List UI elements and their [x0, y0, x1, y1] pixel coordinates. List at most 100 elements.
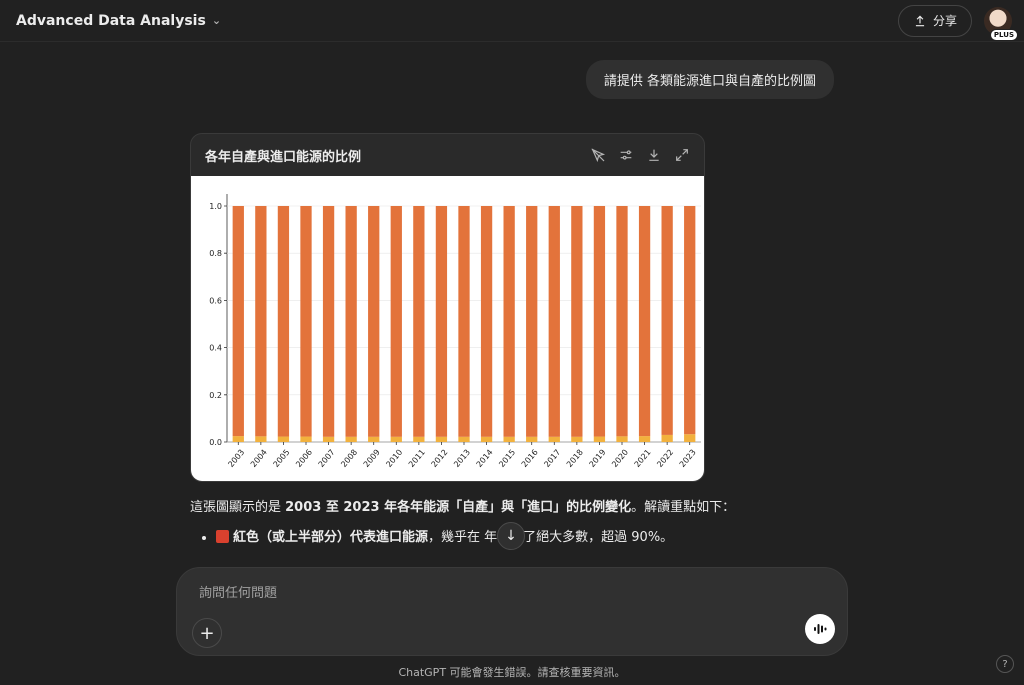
x-tick-label-2016: 2016	[520, 448, 540, 469]
bar-segment-2018-s1	[571, 206, 583, 437]
bar-segment-2008-s1	[345, 206, 357, 437]
top-right-actions: 分享 PLUS	[897, 4, 1018, 41]
prompt-input[interactable]	[199, 582, 799, 604]
upload-icon	[915, 15, 925, 26]
bar-segment-2022-s0	[661, 434, 673, 442]
x-tick-label-2013: 2013	[452, 448, 472, 469]
add-attachment-button[interactable]: +	[192, 618, 222, 648]
top-bar: Advanced Data Analysis ⌄ 分享 PLUS	[0, 0, 1024, 42]
bar-segment-2010-s0	[390, 436, 402, 442]
bar-segment-2015-s1	[503, 206, 515, 437]
bar-segment-2004-s0	[255, 436, 267, 442]
bar-segment-2022-s1	[661, 206, 673, 435]
avatar[interactable]: PLUS	[984, 6, 1018, 41]
chevron-down-icon: ⌄	[211, 14, 222, 27]
bar-segment-2019-s0	[593, 436, 606, 442]
y-tick-label: 0.2	[209, 391, 222, 400]
x-tick-label-2017: 2017	[542, 448, 562, 469]
x-tick-label-2014: 2014	[475, 448, 495, 469]
bar-segment-2014-s0	[480, 436, 493, 442]
scroll-to-bottom-button[interactable]: ↓	[497, 522, 525, 550]
user-message: 請提供 各類能源進口與自產的比例圖	[585, 60, 834, 99]
bar-segment-2012-s0	[435, 436, 448, 442]
x-tick-label-2005: 2005	[272, 448, 292, 469]
bar-segment-2013-s0	[458, 436, 470, 442]
list-item: 紅色（或上半部分）代表進口能源，幾乎在 年都占了絕大多數，超過 90%。	[216, 528, 840, 548]
bar-segment-2012-s1	[435, 206, 448, 437]
plan-badge: PLUS	[989, 28, 1018, 41]
bar-segment-2008-s0	[345, 436, 357, 442]
bar-segment-2009-s0	[368, 436, 380, 442]
bar-segment-2021-s0	[638, 436, 651, 442]
y-tick-label: 1.0	[209, 202, 222, 211]
bar-segment-2015-s0	[503, 436, 515, 442]
bar-segment-2021-s1	[638, 206, 651, 437]
share-label: 分享	[932, 14, 957, 28]
chart-card: 各年自產與進口能源的比例 0.0 0.2 0.4 0.6 0.8 1.0 2003 2004 2…	[190, 133, 705, 482]
answer-intro-pre: 這張圖顯示的是	[190, 500, 286, 515]
disclaimer: ChatGPT 可能會發生錯誤。請查核重要資訊。	[398, 666, 626, 679]
x-tick-label-2004: 2004	[249, 448, 269, 469]
bar-segment-2006-s0	[300, 436, 312, 442]
bar-segment-2023-s0	[684, 434, 696, 442]
stacked-bar-chart: 0.00.20.40.60.81.02003 2004 2005 2006 2007 20…	[209, 194, 701, 469]
answer-intro-post: 。解讀重點如下：	[631, 500, 736, 515]
bar-segment-2009-s1	[368, 206, 380, 437]
expand-icon[interactable]	[674, 147, 690, 163]
help-button[interactable]: ?	[996, 655, 1014, 673]
chart-tools	[590, 147, 690, 163]
x-tick-label-2010: 2010	[384, 448, 404, 469]
x-tick-label-2019: 2019	[588, 448, 608, 469]
bar-segment-2005-s0	[277, 436, 290, 442]
bar-segment-2020-s1	[616, 206, 628, 437]
bar-segment-2023-s1	[684, 206, 696, 435]
chart-card-title: 各年自產與進口能源的比例	[205, 149, 362, 165]
chart-image: 0.0 0.2 0.4 0.6 0.8 1.0 2003 2004 2005 2006 2007 20…	[191, 176, 704, 481]
voice-waveform-icon	[814, 624, 827, 634]
x-tick-label-2011: 2011	[407, 448, 427, 469]
y-tick-label: 0.8	[209, 249, 222, 258]
x-tick-label-2020: 2020	[610, 448, 630, 469]
share-button[interactable]: 分享	[897, 4, 972, 37]
answer-intro: 這張圖顯示的是 2003 至 2023 年各年能源「自產」與「進口」的比例變化。…	[190, 498, 840, 518]
bar-segment-2019-s1	[593, 206, 606, 437]
bar-segment-2003-s1	[232, 206, 244, 437]
x-tick-label-2018: 2018	[565, 448, 585, 469]
bar-segment-2018-s0	[571, 436, 583, 442]
composer: +	[176, 567, 848, 656]
bar-segment-2020-s0	[616, 436, 628, 442]
x-tick-label-2022: 2022	[655, 448, 675, 469]
bullet1-bold: 紅色（或上半部分）代表進口能源	[233, 530, 429, 545]
bar-segment-2011-s0	[413, 436, 425, 442]
bar-segment-2003-s0	[232, 436, 244, 442]
switch-interactive-icon[interactable]	[590, 147, 606, 163]
x-tick-label-2015: 2015	[497, 448, 517, 469]
sliders-icon[interactable]	[618, 147, 634, 163]
x-tick-label-2021: 2021	[633, 448, 653, 469]
x-tick-label-2009: 2009	[362, 448, 382, 469]
voice-mode-button[interactable]	[805, 614, 835, 644]
bullet1-text: ，幾乎在 年都占了絕大多數，超過 90%。	[428, 530, 674, 545]
red-square-icon	[216, 530, 229, 543]
chart-card-header: 各年自產與進口能源的比例	[191, 134, 704, 176]
x-tick-label-2003: 2003	[226, 448, 246, 469]
download-icon[interactable]	[646, 147, 662, 163]
bar-segment-2005-s1	[277, 206, 290, 437]
plus-icon: +	[199, 622, 215, 644]
x-tick-label-2012: 2012	[430, 448, 450, 469]
bar-segment-2004-s1	[255, 206, 267, 437]
bar-segment-2016-s0	[526, 436, 538, 442]
model-picker[interactable]: Advanced Data Analysis ⌄	[16, 13, 221, 29]
bar-segment-2016-s1	[526, 206, 538, 437]
x-tick-label-2008: 2008	[339, 448, 359, 469]
y-tick-label: 0.4	[209, 344, 222, 353]
bar-segment-2013-s1	[458, 206, 470, 437]
model-name: Advanced Data Analysis	[16, 12, 206, 29]
bar-segment-2017-s1	[548, 206, 560, 437]
arrow-down-icon: ↓	[505, 528, 517, 544]
x-tick-label-2023: 2023	[678, 448, 698, 469]
bar-segment-2017-s0	[548, 436, 560, 442]
bar-segment-2011-s1	[413, 206, 425, 437]
bar-segment-2014-s1	[480, 206, 493, 437]
bar-segment-2006-s1	[300, 206, 312, 437]
